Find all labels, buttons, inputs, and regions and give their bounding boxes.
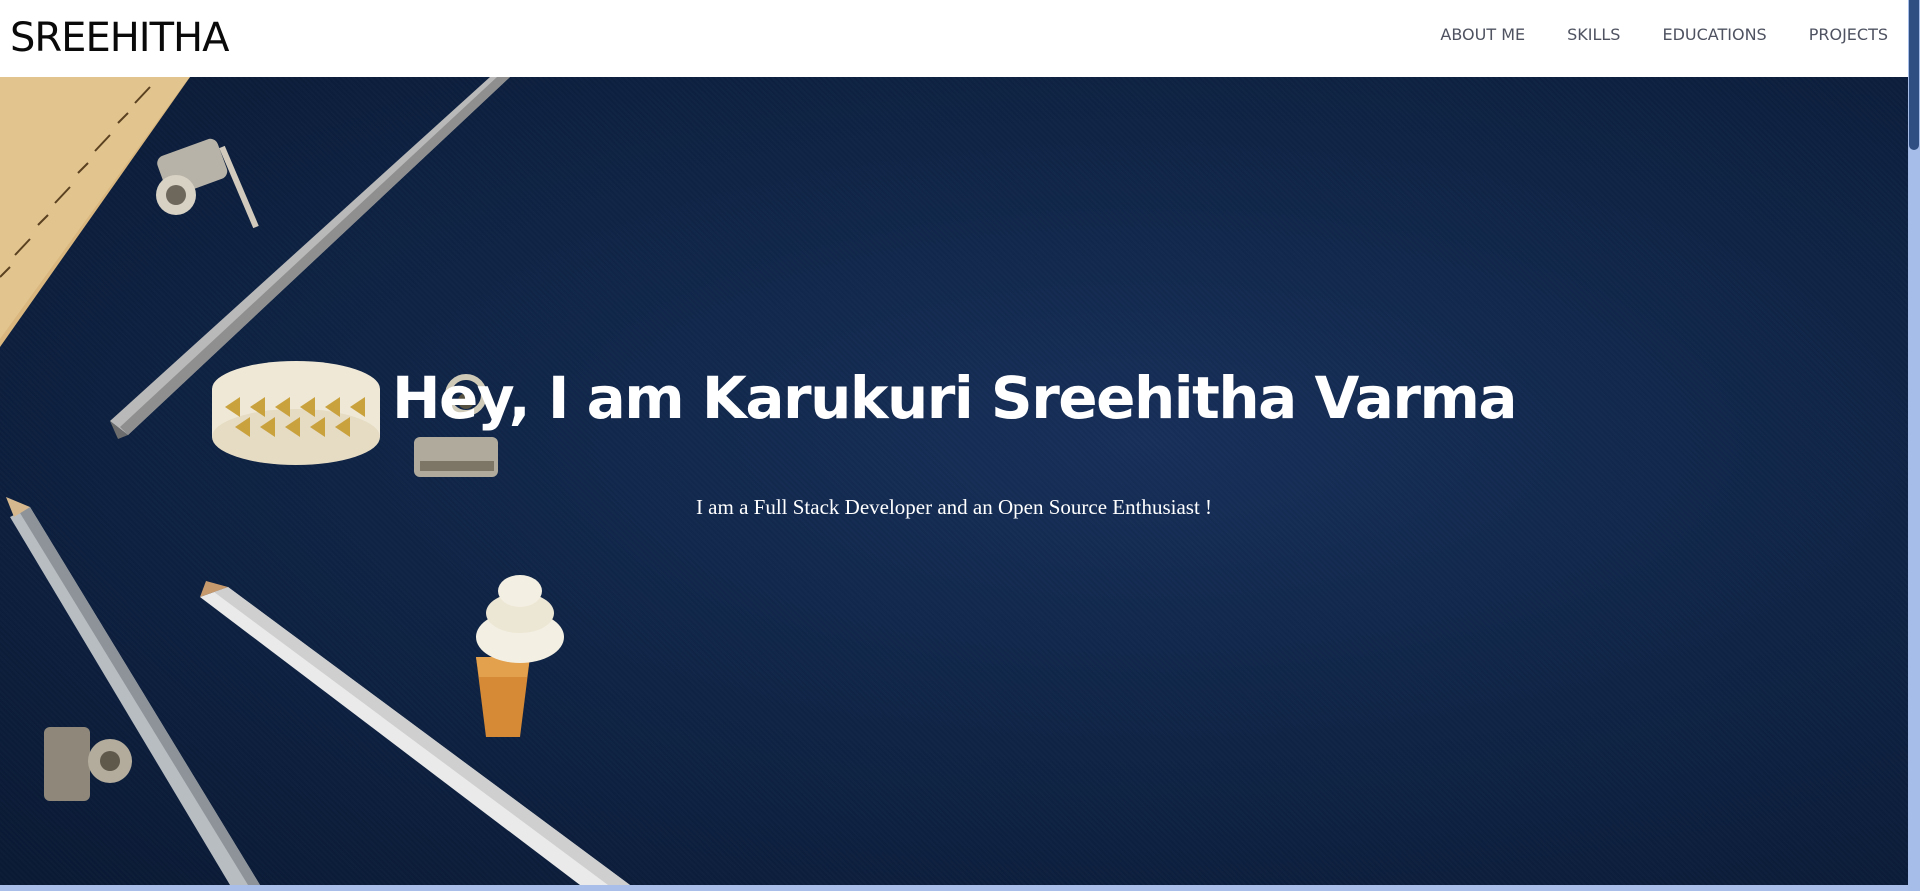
binder-clip-image-1	[156, 138, 259, 229]
scrollbar-thumb[interactable]	[1909, 0, 1919, 150]
nav-menu: ABOUT ME SKILLS EDUCATIONS PROJECTS	[1440, 24, 1888, 46]
brand-logo[interactable]: SREEHITHA	[10, 14, 229, 62]
hero-section: Hey, I am Karukuri Sreehitha Varma I am …	[0, 77, 1908, 885]
hero-title: Hey, I am Karukuri Sreehitha Varma	[391, 364, 1518, 432]
page-scrollbar[interactable]	[1908, 0, 1920, 891]
page: SREEHITHA ABOUT ME SKILLS EDUCATIONS PRO…	[0, 0, 1920, 891]
pencil-image-left	[6, 497, 260, 885]
ice-cream-eraser-image	[476, 575, 564, 737]
navbar: SREEHITHA ABOUT ME SKILLS EDUCATIONS PRO…	[0, 0, 1908, 77]
hero-subtitle: I am a Full Stack Developer and an Open …	[695, 495, 1213, 519]
nav-link-skills[interactable]: SKILLS	[1567, 24, 1620, 46]
nav-link-educations[interactable]: EDUCATIONS	[1662, 24, 1766, 46]
nav-link-projects[interactable]: PROJECTS	[1809, 24, 1888, 46]
next-section-edge	[0, 885, 1908, 891]
ruler-image	[0, 77, 190, 347]
stationery-background-image	[0, 77, 630, 885]
pencil-image-right	[200, 581, 630, 885]
binder-clip-image-3	[44, 727, 132, 801]
nav-link-about-me[interactable]: ABOUT ME	[1440, 24, 1525, 46]
